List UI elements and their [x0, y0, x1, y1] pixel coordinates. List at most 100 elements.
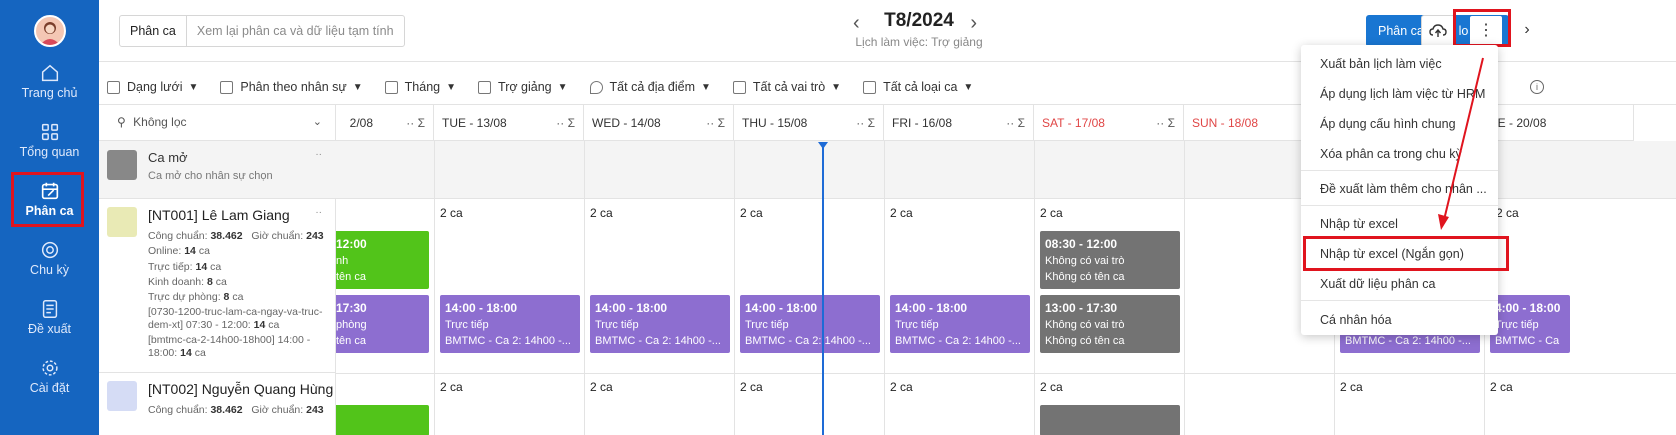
user-avatar[interactable] [34, 15, 66, 47]
sidebar-item-proposal[interactable]: Đề xuất [0, 298, 99, 356]
cycle-icon [41, 241, 58, 259]
shift-time: 4:00 - 18:00 [1495, 301, 1561, 315]
stat-value: 14 [253, 319, 266, 332]
filter-view-grid[interactable]: Dạng lưới ▼ [107, 72, 198, 102]
open-shift-desc: Ca mở cho nhân sự chọn [148, 170, 273, 182]
sum-icon[interactable]: ·· Σ [1006, 116, 1025, 130]
sidebar-item-home[interactable]: Trang chủ [0, 62, 99, 120]
divider [336, 373, 1676, 374]
drag-handle-icon[interactable]: ·· [315, 381, 322, 392]
stat-label: [0730-1200-truc-lam-ca-ngay-va-truc-dem-… [148, 306, 323, 332]
menu-item-personalize[interactable]: Cá nhân hóa [1320, 313, 1392, 327]
day-header[interactable]: UE - 20/08 [1484, 105, 1634, 141]
chevron-down-icon: ▼ [557, 81, 568, 93]
std-hours-value: 243 [306, 230, 324, 242]
std-work-value: 38.462 [210, 230, 243, 242]
stat-unit: ca [268, 319, 280, 332]
employee-name[interactable]: [NT002] Nguyễn Quang Hùng [148, 381, 333, 397]
day-label: SAT - 17/08 [1042, 116, 1105, 130]
day-header[interactable]: TUE - 13/08 ·· Σ [434, 105, 584, 141]
filter-group-by[interactable]: Phân theo nhân sự ▼ [220, 72, 363, 102]
employee-name[interactable]: [NT001] Lê Lam Giang [148, 207, 290, 223]
sidebar-item-settings[interactable]: Cài đặt [0, 357, 99, 415]
shift-name: Không có tên ca [1045, 335, 1125, 347]
highlight-import-excel-short [1303, 236, 1509, 271]
menu-item-overtime-proposal[interactable]: Đề xuất làm thêm cho nhân ... [1320, 182, 1487, 196]
cloud-upload-button[interactable] [1421, 15, 1455, 47]
filter-shift-type[interactable]: Tất cả loại ca ▼ [863, 72, 973, 102]
stat-label: Online: [148, 245, 182, 258]
chevron-down-icon: ▼ [188, 81, 199, 93]
sum-icon[interactable]: ·· Σ [706, 116, 725, 130]
menu-divider [1301, 170, 1498, 171]
next-button[interactable]: › [1510, 15, 1544, 47]
shift-card[interactable]: 14:00 - 18:00 Trực tiếp BMTMC - Ca 2: 14h0… [890, 295, 1030, 353]
employee-filter[interactable]: ⚲ Không lọc ⌄ [99, 105, 336, 141]
shift-card[interactable]: 17:30 phòng tên ca [336, 295, 429, 353]
shift-card[interactable]: 14:00 - 18:00 Trực tiếp BMTMC - Ca 2: 14h0… [590, 295, 730, 353]
std-work-label: Công chuẩn: [148, 404, 208, 416]
shift-count: 2 ca [440, 380, 463, 394]
chevron-right-icon: › [1524, 21, 1530, 38]
stat-unit: ca [198, 245, 210, 258]
filter-schedule[interactable]: Trợ giảng ▼ [478, 72, 568, 102]
tab-review[interactable]: Xem lại phân ca và dữ liệu tạm tính [187, 16, 404, 46]
menu-item-apply-hrm[interactable]: Áp dụng lịch làm việc từ HRM [1320, 87, 1485, 101]
stat-label: Trực dự phòng: [148, 291, 221, 304]
next-period-button[interactable]: › [970, 12, 977, 35]
shift-role: Trực tiếp [445, 318, 489, 331]
shift-card[interactable]: 08:30 - 12:00 Không có vai trò Không có tê… [1040, 231, 1180, 289]
cloud-upload-icon [1429, 24, 1447, 37]
shift-role: Không có vai trò [1045, 318, 1125, 331]
shift-role: nh [336, 254, 349, 267]
menu-item-apply-config[interactable]: Áp dụng cấu hình chung [1320, 117, 1456, 131]
sum-icon[interactable]: ·· Σ [406, 116, 425, 130]
sidebar-item-cycle[interactable]: Chu kỳ [0, 239, 99, 297]
day-header[interactable]: 2/08 ·· Σ [336, 105, 434, 141]
drag-handle-icon[interactable]: ·· [315, 207, 322, 218]
filter-location[interactable]: Tất cả địa điểm ▼ [589, 72, 711, 102]
sum-icon[interactable]: ·· Σ [856, 116, 875, 130]
shift-card[interactable]: 4:00 - 18:00 Trực tiếp BMTMC - Ca 2: 14h00… [1490, 295, 1570, 364]
shift-card[interactable]: 12:00 nh tên ca [336, 231, 429, 289]
menu-item-export-shifts[interactable]: Xuất dữ liệu phân ca [1320, 277, 1435, 291]
menu-item-clear-shifts[interactable]: Xóa phân ca trong chu kỳ [1320, 147, 1462, 161]
filter-label: Trợ giảng [498, 80, 552, 94]
day-header[interactable]: WED - 14/08 ·· Σ [584, 105, 734, 141]
stat-label: [bmtmc-ca-2-14h00-18h00] 14:00 - 18:00: [148, 334, 311, 360]
drag-handle-icon[interactable]: ·· [315, 149, 322, 160]
chevron-down-icon: ⌄ [312, 116, 322, 128]
shift-name: tên ca [336, 271, 366, 283]
menu-item-publish[interactable]: Xuất bản lịch làm việc [1320, 57, 1442, 71]
day-header[interactable]: THU - 15/08 ·· Σ [734, 105, 884, 141]
shift-card[interactable] [1040, 405, 1180, 435]
day-label: 2/08 [349, 116, 373, 130]
current-time-line [822, 144, 824, 435]
menu-item-import-excel[interactable]: Nhập từ excel [1320, 217, 1398, 231]
sum-icon[interactable]: ·· Σ [556, 116, 575, 130]
shift-card[interactable] [336, 405, 429, 435]
stat-value: 8 [223, 291, 230, 304]
day-header[interactable]: SAT - 17/08 ·· Σ [1034, 105, 1184, 141]
chevron-down-icon: ▼ [701, 81, 711, 93]
shift-count: 2 ca [890, 380, 913, 394]
employee-avatar [107, 207, 137, 237]
prev-period-button[interactable]: ‹ [853, 12, 860, 35]
filter-role[interactable]: Tất cả vai trò ▼ [732, 72, 841, 102]
sum-icon[interactable]: ·· Σ [1156, 116, 1175, 130]
filter-input[interactable]: Không lọc [133, 115, 186, 129]
info-icon[interactable]: i [1530, 80, 1544, 94]
shift-card[interactable]: 14:00 - 18:00 Trực tiếp BMTMC - Ca 2: 14h0… [440, 295, 580, 353]
day-label: TUE - 13/08 [442, 116, 507, 130]
sidebar-item-overview[interactable]: Tổng quan [0, 121, 99, 179]
shift-time: 14:00 - 18:00 [745, 301, 818, 315]
day-header[interactable]: FRI - 16/08 ·· Σ [884, 105, 1034, 141]
period-title: T8/2024 [884, 10, 954, 31]
filter-month[interactable]: Tháng ▼ [384, 72, 456, 102]
shift-card[interactable]: 13:00 - 17:30 Không có vai trò Không có tê… [1040, 295, 1180, 353]
location-icon [589, 80, 603, 94]
tab-shift[interactable]: Phân ca [120, 16, 187, 46]
shift-name: BMTMC - Ca 2: 14h00 -... [445, 335, 571, 347]
shift-card[interactable]: 14:00 - 18:00 Trực tiếp BMTMC - Ca 2: 14h0… [740, 295, 880, 353]
divider [434, 141, 435, 435]
